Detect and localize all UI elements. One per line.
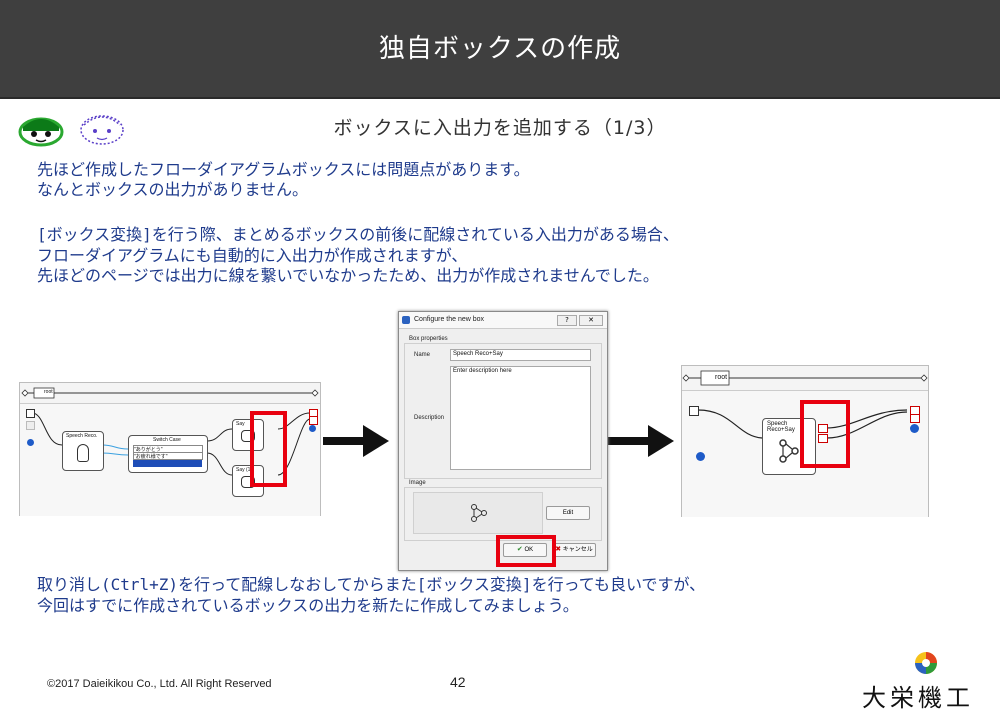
paragraph-2-line-3: 先ほどのページでは出力に線を繋いでいなかったため、出力が作成されませんでした。 (37, 266, 659, 285)
arrow-right-icon (323, 425, 389, 457)
paragraph-2-line-1: [ボックス変換]を行う際、まとめるボックスの前後に配線されている入出力がある場合… (37, 225, 679, 244)
highlight-missing-outputs (250, 411, 287, 487)
speech-reco-label: Speech Reco. (66, 433, 98, 439)
description-label: Description (414, 415, 445, 421)
add-input-icon[interactable] (27, 439, 34, 446)
name-field[interactable]: Speech Reco+Say (450, 349, 591, 361)
company-emblem-icon (915, 652, 937, 674)
case-item-selected[interactable] (133, 460, 202, 467)
section-subtitle: ボックスに入出力を追加する（1/3） (333, 117, 667, 139)
image-label: Image (409, 480, 426, 486)
highlight-ok-button (496, 535, 556, 567)
close-button[interactable]: ✕ (579, 315, 603, 326)
highlight-new-outputs (800, 400, 850, 468)
company-logo-text: 大栄機工 (862, 684, 974, 712)
input-port-start[interactable] (689, 406, 699, 416)
dialog-title: Configure the new box (414, 316, 485, 323)
case-item-2[interactable]: "お疲れ様です" (133, 452, 203, 460)
name-label: Name (414, 352, 431, 358)
input-port-2[interactable] (26, 421, 35, 430)
dialog-titlebar[interactable]: Configure the new box ? ✕ (399, 312, 607, 329)
app-icon (402, 316, 410, 324)
image-preview (413, 492, 543, 534)
say-label-1: Say (236, 421, 245, 427)
add-output-icon[interactable] (309, 425, 316, 432)
output-port-2[interactable] (910, 414, 920, 423)
cancel-label: キャンセル (562, 547, 593, 553)
page-number: 42 (450, 674, 466, 690)
paragraph-1-line-1: 先ほど作成したフローダイアグラムボックスには問題点があります。 (37, 160, 530, 179)
flow-diagram-icon (471, 504, 487, 522)
slide-title: 独自ボックスの作成 (378, 34, 622, 64)
add-input-icon[interactable] (696, 452, 705, 461)
output-port-2[interactable] (309, 416, 318, 425)
paragraph-3-line-1: 取り消し(Ctrl+Z)を行って配線しなおしてからまた[ボックス変換]を行っても… (37, 575, 706, 594)
paragraph-2-line-2: フローダイアグラムにも自動的に入出力が作成されますが、 (37, 246, 468, 265)
configure-box-dialog: Configure the new box ? ✕ Box properties… (398, 311, 608, 571)
help-button[interactable]: ? (557, 315, 577, 326)
switch-case-label: Switch Case (153, 437, 181, 443)
speech-reco-box[interactable]: Speech Reco. (62, 431, 104, 471)
ear-icon (77, 444, 89, 462)
input-port-start[interactable] (26, 409, 35, 418)
box-properties-heading: Box properties (409, 336, 448, 342)
title-bar: 独自ボックスの作成 (0, 0, 1000, 99)
edit-button[interactable]: Edit (546, 506, 590, 520)
x-icon: ✖ (555, 546, 562, 553)
description-field[interactable]: Enter description here (450, 366, 591, 470)
paragraph-3-line-2: 今回はすでに作成されているボックスの出力を新たに作成してみましょう。 (37, 596, 579, 615)
flow-diagram-icon (779, 439, 799, 463)
paragraph-1-line-2: なんとボックスの出力がありません。 (37, 180, 309, 199)
cancel-button[interactable]: ✖ キャンセル (552, 543, 596, 557)
switch-case-box[interactable]: Switch Case "ありがとう" "お疲れ様です" (128, 435, 208, 473)
add-output-icon[interactable] (910, 424, 919, 433)
copyright-text: ©2017 Daieikikou Co., Ltd. All Right Res… (47, 678, 272, 690)
arrow-right-icon (608, 425, 674, 457)
